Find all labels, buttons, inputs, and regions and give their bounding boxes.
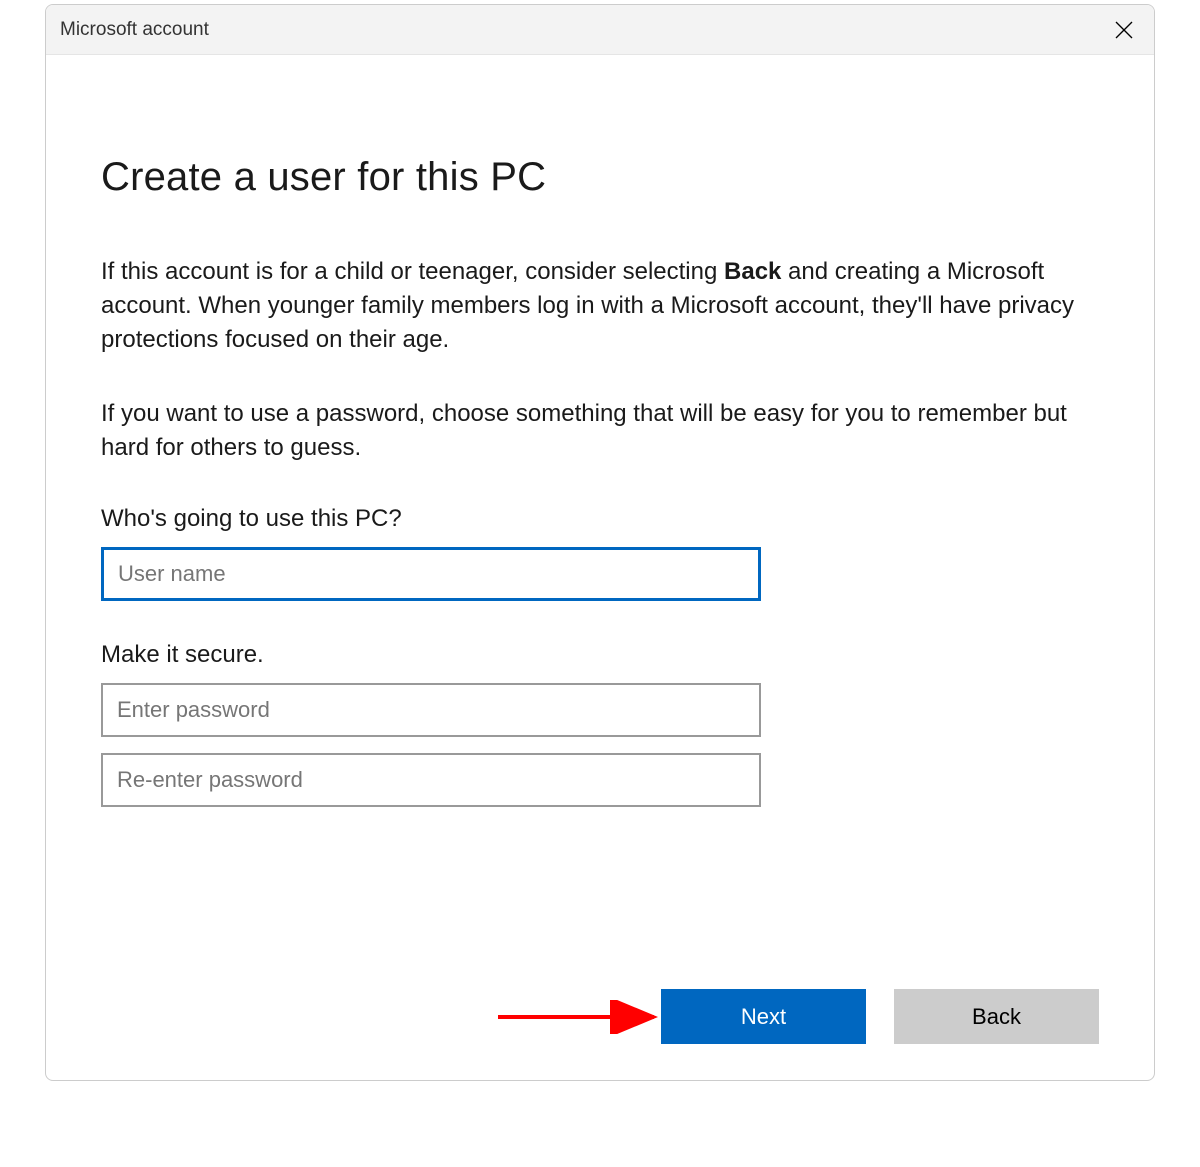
info-paragraph-1-bold: Back [724, 258, 781, 285]
close-icon [1115, 21, 1133, 39]
window-title: Microsoft account [60, 19, 209, 41]
next-button[interactable]: Next [661, 989, 866, 1044]
info-paragraph-1-pre: If this account is for a child or teenag… [101, 258, 724, 285]
info-paragraph-2: If you want to use a password, choose so… [101, 397, 1099, 465]
close-button[interactable] [1094, 5, 1154, 55]
titlebar: Microsoft account [46, 5, 1154, 55]
content-area: Create a user for this PC If this accoun… [46, 55, 1154, 807]
username-label: Who's going to use this PC? [101, 505, 1099, 533]
password-input[interactable] [101, 683, 761, 737]
page-heading: Create a user for this PC [101, 155, 1099, 200]
annotation-arrow-icon [494, 1000, 674, 1034]
password-section: Make it secure. [101, 641, 1099, 807]
back-button[interactable]: Back [894, 989, 1099, 1044]
username-input[interactable] [101, 547, 761, 601]
footer-buttons: Next Back [661, 989, 1099, 1044]
dialog-window: Microsoft account Create a user for this… [45, 4, 1155, 1081]
password-label: Make it secure. [101, 641, 1099, 669]
info-paragraph-1: If this account is for a child or teenag… [101, 255, 1099, 357]
username-section: Who's going to use this PC? [101, 505, 1099, 601]
password-confirm-input[interactable] [101, 753, 761, 807]
